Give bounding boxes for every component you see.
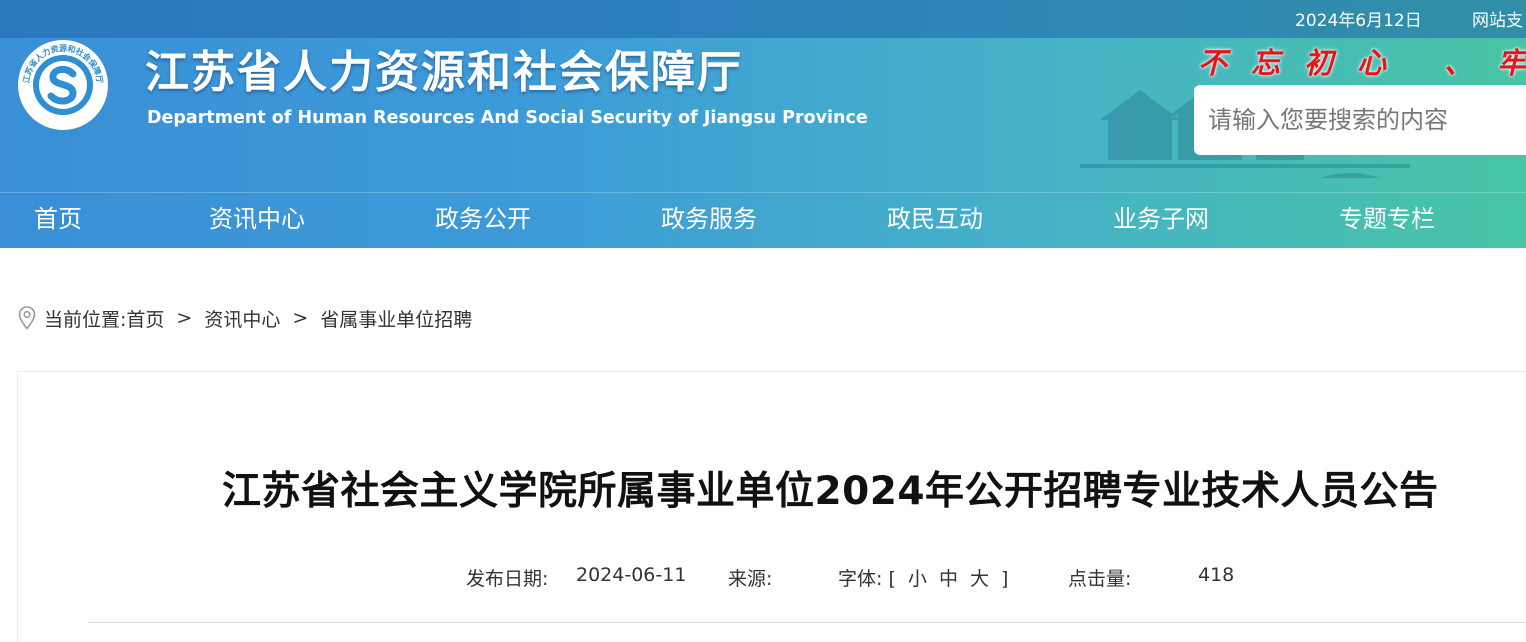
font-bracket-close: ]	[1001, 568, 1009, 590]
site-support-link[interactable]: 网站支	[1472, 6, 1523, 31]
nav-item-special-topics[interactable]: 专题专栏	[1339, 199, 1435, 234]
article-panel: 江苏省社会主义学院所属事业单位2024年公开招聘专业技术人员公告 发布日期: 2…	[17, 371, 1526, 642]
breadcrumb: 当前位置: 首页 > 资讯中心 > 省属事业单位招聘	[18, 304, 472, 332]
nav-item-news-center[interactable]: 资讯中心	[209, 199, 305, 234]
breadcrumb-news-center[interactable]: 资讯中心	[204, 305, 280, 332]
meta-divider	[88, 622, 1526, 623]
emblem-logo[interactable]: 江苏省人力资源和社会保障厅	[16, 38, 110, 132]
font-small-button[interactable]: 小	[908, 568, 927, 590]
breadcrumb-home[interactable]: 首页	[126, 305, 164, 332]
main-nav: 首页 资讯中心 政务公开 政务服务 政民互动 业务子网 专题专栏	[0, 192, 1526, 248]
site-subtitle: Department of Human Resources And Social…	[147, 108, 868, 128]
current-date: 2024年6月12日	[1295, 11, 1422, 31]
breadcrumb-separator: >	[292, 307, 309, 329]
breadcrumb-provincial-recruitment[interactable]: 省属事业单位招聘	[320, 305, 472, 332]
article-title: 江苏省社会主义学院所属事业单位2024年公开招聘专业技术人员公告	[222, 469, 1439, 514]
location-pin-icon	[18, 306, 36, 330]
breadcrumb-prefix: 当前位置:	[44, 308, 127, 331]
site-header: 2024年6月12日 网站支 江苏省人力资源和社会保障厅 江苏省人力资源和社会保…	[0, 0, 1526, 248]
site-title: 江苏省人力资源和社会保障厅	[145, 47, 743, 98]
nav-item-public-interaction[interactable]: 政民互动	[887, 199, 983, 234]
top-bar: 2024年6月12日 网站支	[0, 0, 1526, 38]
breadcrumb-separator: >	[176, 307, 193, 329]
nav-item-business-subsites[interactable]: 业务子网	[1113, 199, 1209, 234]
font-size-label: 字体:	[838, 568, 883, 590]
font-medium-button[interactable]: 中	[939, 568, 958, 590]
font-large-button[interactable]: 大	[970, 568, 989, 590]
view-count-label: 点击量:	[1068, 568, 1132, 590]
view-count-value: 418	[1198, 564, 1235, 586]
publish-date-value: 2024-06-11	[576, 564, 687, 586]
publish-date-label: 发布日期:	[466, 568, 549, 590]
search-input[interactable]	[1194, 85, 1526, 155]
font-bracket-open: [	[888, 568, 896, 590]
nav-item-government-services[interactable]: 政务服务	[661, 199, 757, 234]
nav-item-government-affairs[interactable]: 政务公开	[435, 199, 531, 234]
source-label: 来源:	[728, 568, 773, 590]
slogan: 不忘初心 、牢	[1198, 46, 1526, 80]
font-size-control: 字体: [ 小中大 ]	[838, 564, 1008, 591]
nav-item-home[interactable]: 首页	[34, 199, 82, 234]
